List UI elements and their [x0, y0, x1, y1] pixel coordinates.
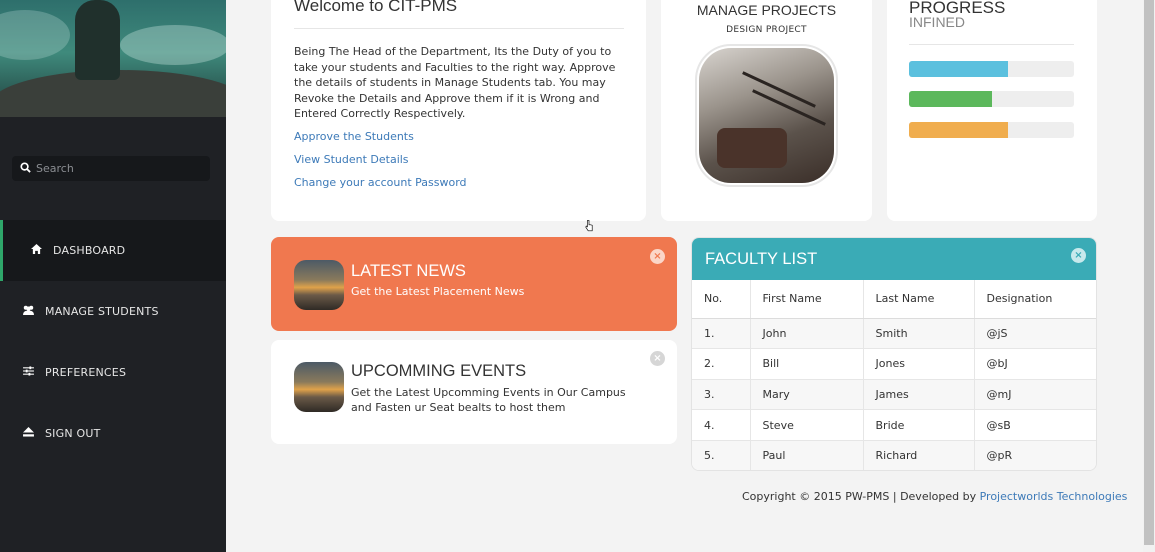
column-header: First Name — [749, 280, 863, 319]
table-cell: 2. — [692, 348, 750, 380]
table-cell: Bride — [862, 409, 974, 441]
table-cell: Richard — [862, 439, 974, 470]
faculty-list-title: FACULTY LIST — [705, 250, 818, 268]
footer-copyright: Copyright © 2015 PW-PMS | Developed by P… — [742, 490, 1127, 503]
progress-bar-fill — [909, 61, 1008, 77]
approve-students-link[interactable]: Approve the Students — [294, 130, 414, 143]
table-header-row: No. First Name Last Name Designation — [692, 280, 1096, 319]
close-icon[interactable]: × — [1071, 248, 1086, 263]
sidebar-item-dashboard[interactable]: DASHBOARD — [0, 220, 226, 281]
manage-projects-title: MANAGE PROJECTS — [696, 2, 837, 18]
welcome-card: Welcome to CIT-PMS Being The Head of the… — [271, 0, 646, 221]
table-cell: James — [862, 378, 974, 410]
table-cell: 5. — [692, 439, 750, 470]
welcome-title: Welcome to CIT-PMS — [294, 0, 458, 15]
sidebar: DASHBOARD MANAGE STUDENTS PREFERENCES SI… — [0, 0, 226, 552]
progress-bar-fill — [909, 122, 1008, 138]
project-image — [695, 44, 838, 187]
page-scrollbar[interactable] — [1143, 0, 1155, 552]
progress-subtitle: INFINED — [909, 14, 965, 30]
events-thumbnail — [294, 362, 344, 412]
users-icon — [17, 305, 39, 318]
sidebar-item-manage-students[interactable]: MANAGE STUDENTS — [0, 281, 226, 342]
view-student-details-link[interactable]: View Student Details — [294, 153, 409, 166]
table-cell: @mJ — [973, 378, 1096, 410]
table-cell: Bill — [749, 348, 863, 380]
search-input[interactable] — [34, 162, 194, 175]
column-header: Last Name — [862, 280, 974, 319]
table-row: 3. Mary James @mJ — [692, 378, 1096, 410]
close-icon[interactable]: × — [650, 249, 665, 264]
sidebar-item-sign-out[interactable]: SIGN OUT — [0, 403, 226, 464]
table-cell: Jones — [862, 348, 974, 380]
progress-bar — [909, 91, 1074, 107]
table-cell: John — [749, 317, 863, 349]
column-header: No. — [692, 280, 750, 319]
eject-icon — [17, 427, 39, 440]
search-icon — [12, 161, 34, 176]
table-cell: 4. — [692, 409, 750, 441]
latest-news-card[interactable]: LATEST NEWS Get the Latest Placement New… — [271, 237, 677, 331]
faculty-list-card: FACULTY LIST × No. First Name Last Name … — [691, 237, 1097, 471]
table-row: 4. Steve Bride @sB — [692, 409, 1096, 441]
news-title: LATEST NEWS — [351, 262, 466, 280]
hand-cursor-icon — [585, 220, 593, 232]
sliders-icon — [17, 366, 39, 379]
progress-card: PROGRESS INFINED — [887, 0, 1097, 221]
manage-projects-subtitle: DESIGN PROJECT — [726, 25, 807, 35]
copyright-text: Copyright © 2015 PW-PMS | Developed by — [742, 490, 980, 503]
table-cell: 1. — [692, 317, 750, 349]
table-cell: 3. — [692, 378, 750, 410]
sidebar-item-label: SIGN OUT — [45, 427, 101, 440]
faculty-table: No. First Name Last Name Designation 1. … — [692, 280, 1096, 470]
sidebar-item-label: PREFERENCES — [45, 366, 127, 379]
table-cell: @sB — [973, 409, 1096, 441]
upcoming-events-card[interactable]: UPCOMMING EVENTS Get the Latest Upcommin… — [271, 340, 677, 444]
progress-bar-fill — [909, 91, 992, 107]
search-box[interactable] — [12, 156, 210, 181]
sidebar-cover-image — [0, 0, 226, 117]
welcome-body: Being The Head of the Department, Its th… — [294, 45, 616, 120]
home-icon — [25, 244, 47, 257]
table-cell: Mary — [749, 378, 863, 410]
news-subtitle: Get the Latest Placement News — [351, 285, 525, 298]
manage-projects-card[interactable]: MANAGE PROJECTS DESIGN PROJECT — [661, 0, 872, 221]
table-cell: Smith — [862, 317, 974, 349]
table-cell: Steve — [749, 409, 863, 441]
table-row: 5. Paul Richard @pR — [692, 439, 1096, 470]
progress-bar — [909, 122, 1074, 138]
divider — [294, 28, 624, 29]
change-password-link[interactable]: Change your account Password — [294, 176, 467, 189]
table-cell: @bJ — [973, 348, 1096, 380]
table-cell: @pR — [973, 439, 1096, 470]
sidebar-item-preferences[interactable]: PREFERENCES — [0, 342, 226, 403]
table-cell: Paul — [749, 439, 863, 470]
divider — [909, 44, 1074, 45]
projectworlds-link[interactable]: Projectworlds Technologies — [980, 490, 1128, 503]
table-row: 2. Bill Jones @bJ — [692, 348, 1096, 380]
table-cell: @jS — [973, 317, 1096, 349]
scrollbar-thumb[interactable] — [1144, 0, 1154, 545]
events-subtitle: Get the Latest Upcomming Events in Our C… — [351, 386, 626, 414]
progress-bar — [909, 61, 1074, 77]
close-icon[interactable]: × — [650, 351, 665, 366]
news-thumbnail — [294, 260, 344, 310]
column-header: Designation — [973, 280, 1096, 319]
faculty-list-header: FACULTY LIST × — [692, 238, 1096, 280]
sidebar-item-label: DASHBOARD — [53, 244, 126, 257]
table-row: 1. John Smith @jS — [692, 317, 1096, 349]
events-title: UPCOMMING EVENTS — [351, 362, 527, 380]
sidebar-item-label: MANAGE STUDENTS — [45, 305, 159, 318]
